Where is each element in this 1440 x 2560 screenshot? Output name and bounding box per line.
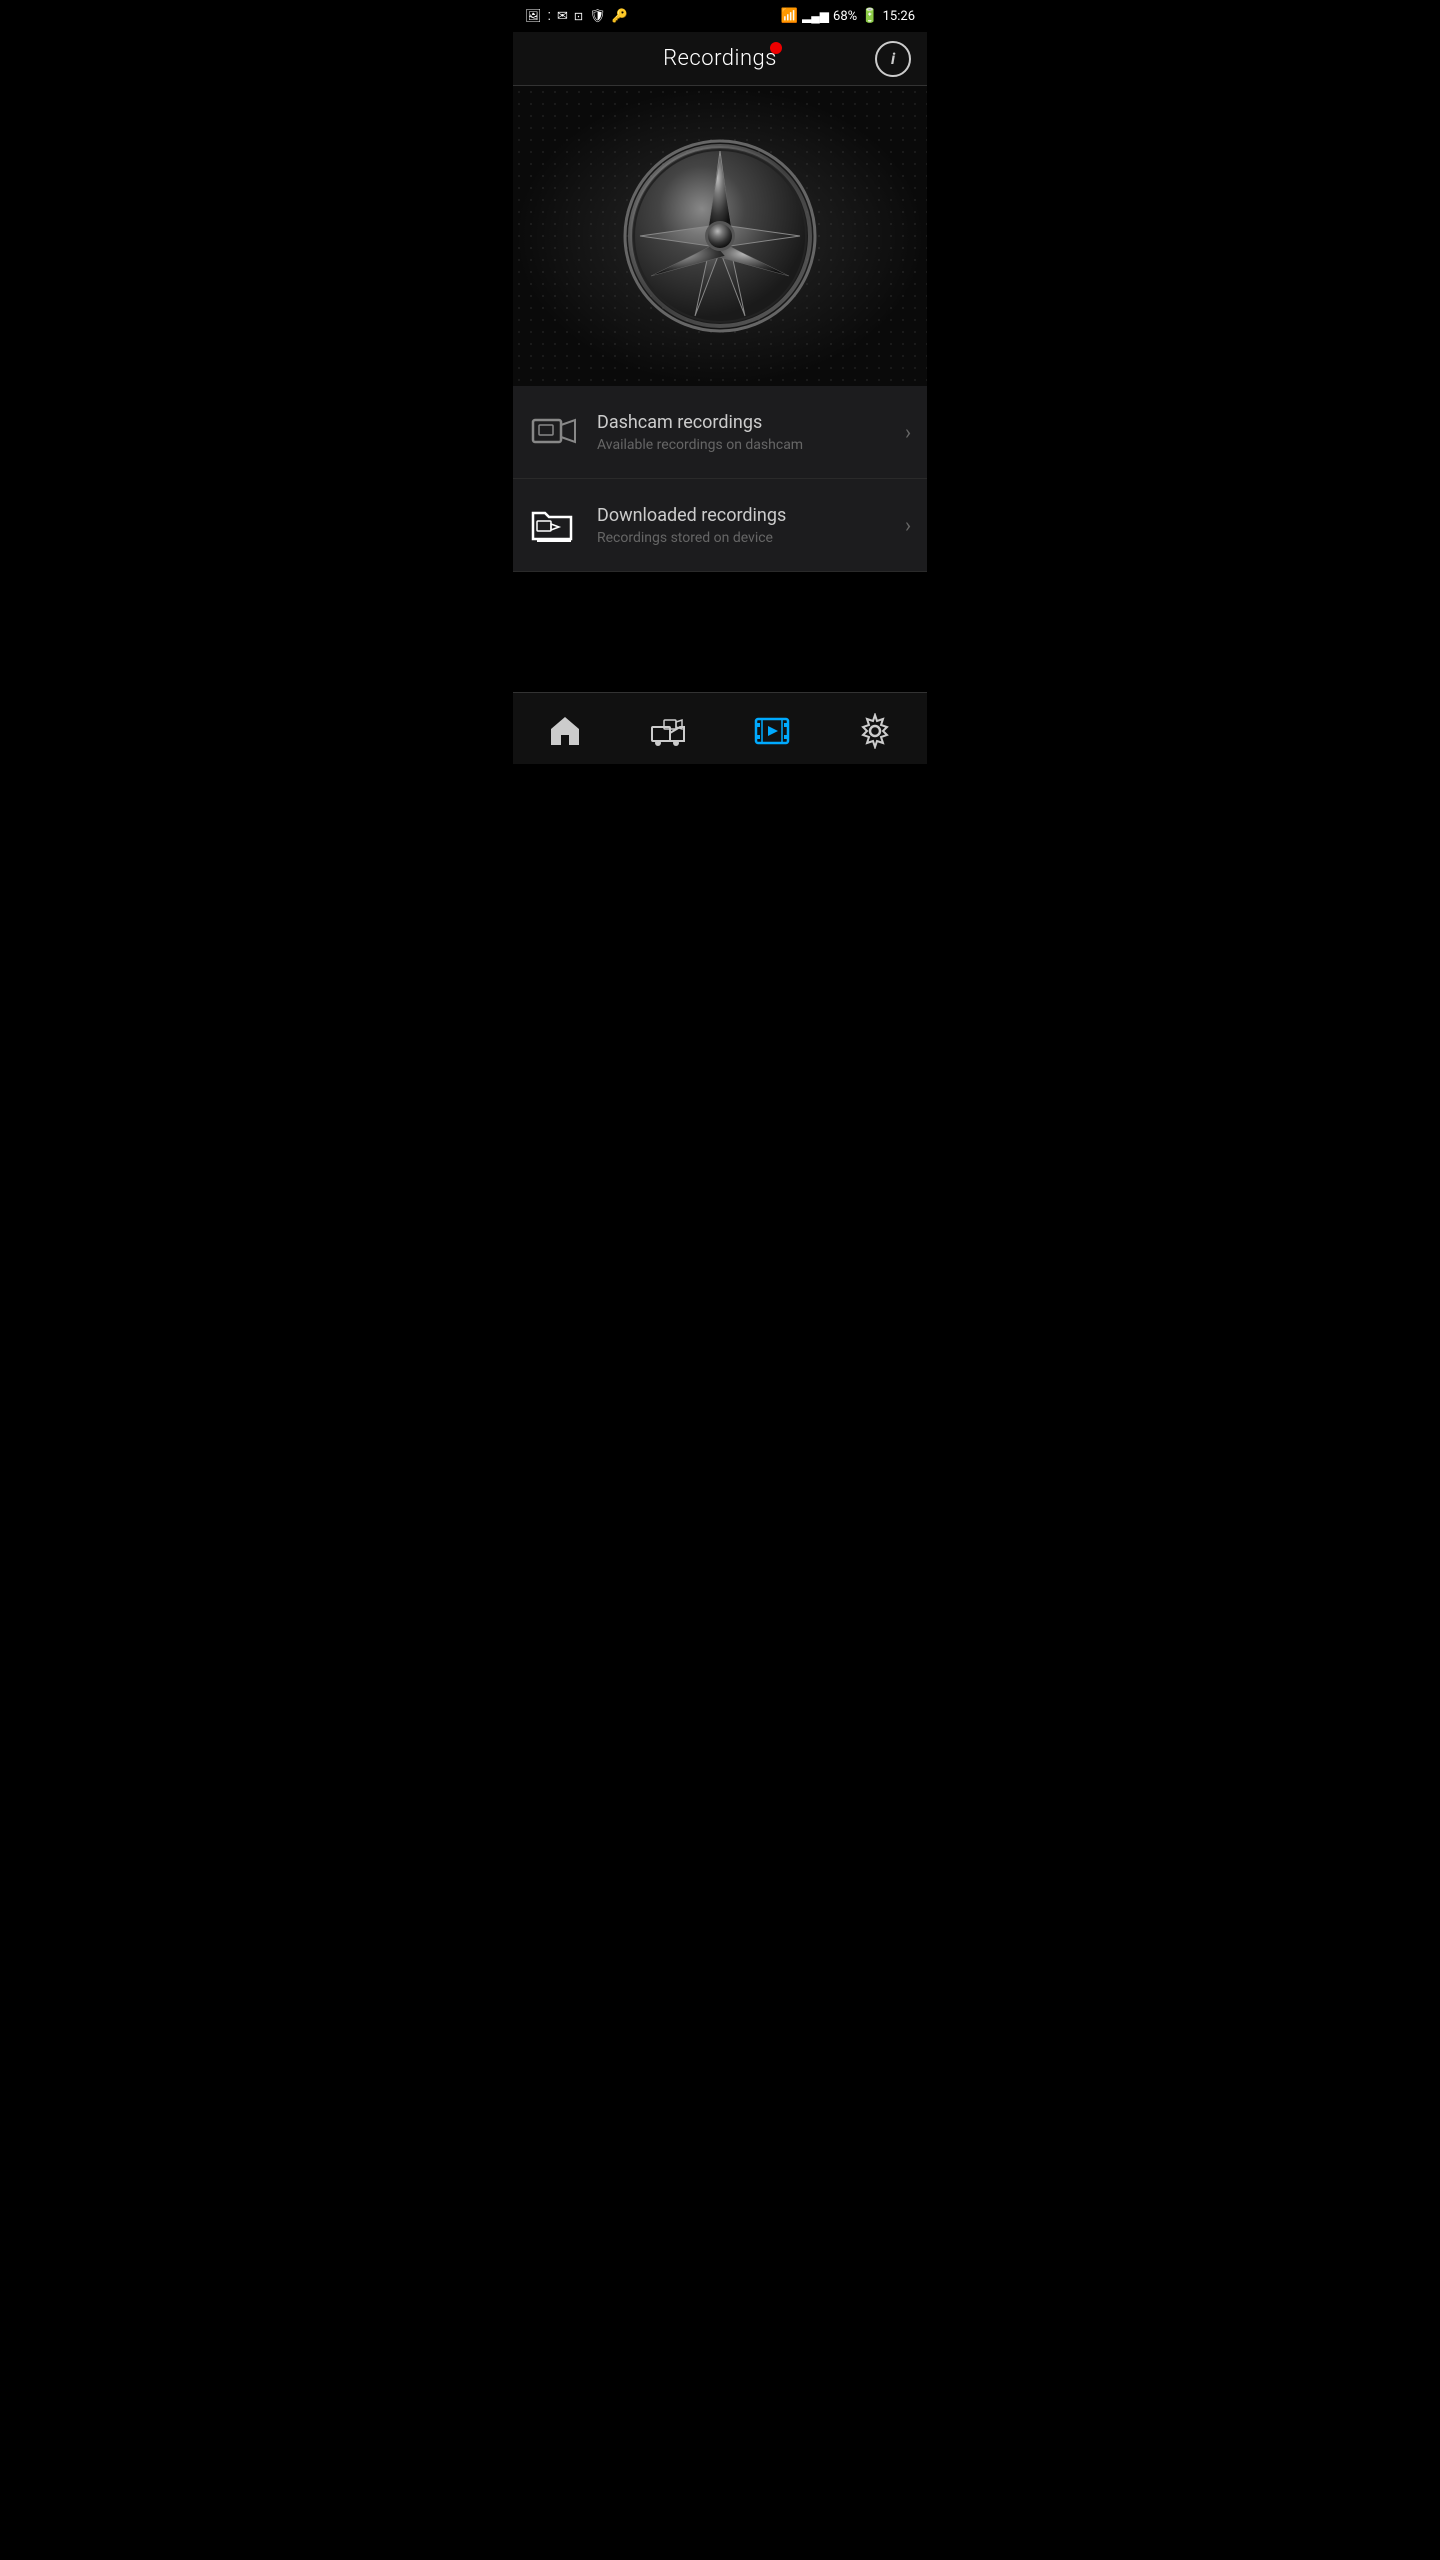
bottom-navigation	[513, 692, 927, 764]
status-icons-right: 📶 ▂▄▆ 68% 🔋 15:26	[781, 8, 915, 24]
dashcam-nav-icon	[650, 713, 686, 749]
header: Recordings i	[513, 32, 927, 86]
wifi-icon: 📶	[781, 8, 798, 24]
mercedes-star-logo	[620, 136, 820, 336]
dashcam-chevron-icon: ›	[905, 420, 911, 444]
key-icon: 🔑	[612, 9, 628, 24]
main-content: Dashcam recordings Available recordings …	[513, 86, 927, 692]
signal-icon: ▂▄▆	[802, 9, 829, 23]
page-title: Recordings	[663, 46, 777, 71]
downloaded-menu-text: Downloaded recordings Recordings stored …	[597, 505, 905, 546]
nav-home[interactable]	[527, 709, 603, 753]
downloaded-chevron-icon: ›	[905, 513, 911, 537]
clock: 15:26	[883, 9, 915, 24]
battery-icon: 🔋	[861, 8, 878, 24]
media-icon: ⊡	[574, 10, 583, 23]
shield-icon: 🛡	[589, 9, 606, 24]
dots-icon: ⁚	[548, 10, 552, 23]
downloaded-subtitle: Recordings stored on device	[597, 530, 905, 546]
downloaded-title: Downloaded recordings	[597, 505, 905, 526]
recordings-nav-icon	[754, 713, 790, 749]
settings-icon	[857, 713, 893, 749]
dashcam-icon	[529, 406, 581, 458]
dashcam-recordings-item[interactable]: Dashcam recordings Available recordings …	[513, 386, 927, 479]
nav-settings[interactable]	[837, 709, 913, 753]
status-bar: 🖼 ⁚ ✉ ⊡ 🛡 🔑 📶 ▂▄▆ 68% 🔋 15:26	[513, 0, 927, 32]
mercedes-background	[513, 86, 927, 386]
photo-icon: 🖼	[525, 9, 542, 24]
hero-image	[513, 86, 927, 386]
downloaded-icon	[529, 499, 581, 551]
dashcam-menu-text: Dashcam recordings Available recordings …	[597, 412, 905, 453]
status-icons-left: 🖼 ⁚ ✉ ⊡ 🛡 🔑	[525, 9, 628, 24]
dashcam-subtitle: Available recordings on dashcam	[597, 437, 905, 453]
content-spacer	[513, 572, 927, 692]
dashcam-title: Dashcam recordings	[597, 412, 905, 433]
battery-percent: 68%	[833, 9, 857, 24]
recording-indicator	[770, 42, 782, 54]
info-button[interactable]: i	[875, 41, 911, 77]
home-icon	[547, 713, 583, 749]
downloaded-recordings-item[interactable]: Downloaded recordings Recordings stored …	[513, 479, 927, 572]
nav-recordings[interactable]	[734, 709, 810, 753]
mail-icon: ✉	[557, 9, 568, 24]
menu-section: Dashcam recordings Available recordings …	[513, 386, 927, 572]
nav-dashcam[interactable]	[630, 709, 706, 753]
